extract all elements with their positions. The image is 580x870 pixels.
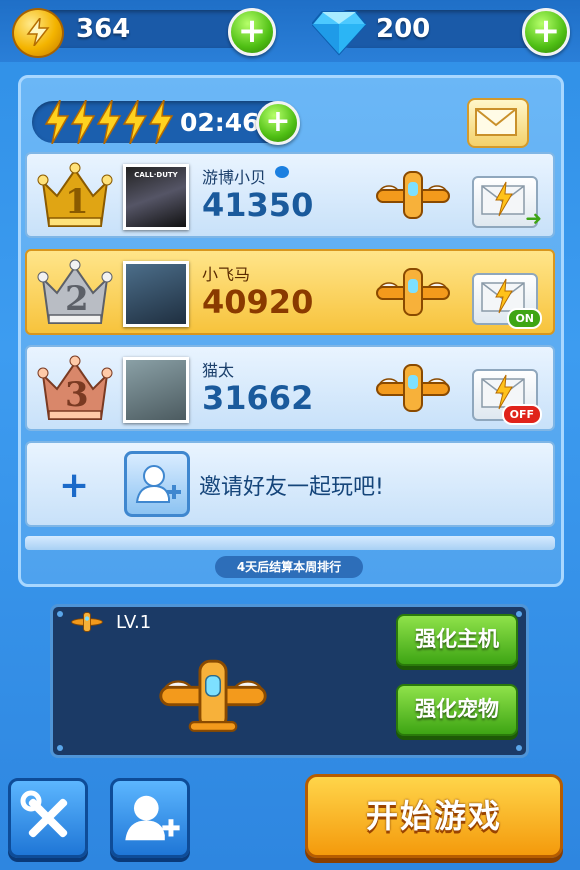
lightning-bolt-icon xyxy=(44,100,70,144)
friends-button[interactable] xyxy=(110,778,190,858)
arrow-right-icon: ➜ xyxy=(525,206,542,230)
lightning-bolt-icon xyxy=(148,100,174,144)
upgrade-main-button[interactable]: 强化主机 xyxy=(396,614,518,666)
tools-icon xyxy=(20,790,68,838)
player-score: 41350 xyxy=(202,186,314,224)
rank-number: 2 xyxy=(65,279,89,319)
main-plane-icon xyxy=(159,659,267,732)
lightning-bolt-icon xyxy=(122,100,148,144)
plane-small-icon xyxy=(71,612,103,632)
gold-coin-icon xyxy=(12,8,64,58)
player-avatar xyxy=(123,261,189,327)
lightning-bolt-icon xyxy=(70,100,96,144)
invite-text: 邀请好友一起玩吧! xyxy=(199,475,384,500)
envelope-icon xyxy=(475,108,517,136)
add-friend-icon xyxy=(125,795,180,841)
plane-icon xyxy=(376,364,450,412)
blue-diamond-icon xyxy=(312,11,366,56)
energy-timer: 02:46 xyxy=(180,108,260,137)
player-name: 游博小贝 xyxy=(202,168,267,187)
gem-count: 200 xyxy=(376,14,431,44)
player-avatar xyxy=(123,357,189,423)
leaderboard-row[interactable]: 2 小飞马 ON 40920 xyxy=(25,249,555,335)
plane-level: LV.1 xyxy=(116,612,152,633)
mail-button[interactable] xyxy=(467,98,529,148)
avatar-caption: CALL·DUTY xyxy=(134,171,178,179)
coin-count: 364 xyxy=(76,14,131,44)
plane-icon xyxy=(376,171,450,219)
mail-status-tag: OFF xyxy=(501,404,542,425)
invite-plus: + xyxy=(59,465,90,506)
add-coins-button[interactable]: + xyxy=(228,8,276,56)
rank-number: 3 xyxy=(65,375,89,415)
scroll-track xyxy=(25,536,555,550)
invite-friend-row[interactable]: + 邀请好友一起玩吧! xyxy=(25,441,555,527)
player-score: 40920 xyxy=(202,283,314,321)
chat-bubble-icon xyxy=(275,166,289,178)
player-name: 猫太 xyxy=(202,361,235,380)
top-bar: 364 + 200 + xyxy=(0,0,580,62)
envelope-bolt-icon xyxy=(481,181,525,217)
lightning-bolt-icon xyxy=(96,100,122,144)
settings-button[interactable] xyxy=(8,778,88,858)
player-avatar: CALL·DUTY xyxy=(123,164,189,230)
send-energy-button[interactable]: OFF xyxy=(472,369,542,425)
weekly-rank-notice: 4天后结算本周排行 xyxy=(215,556,363,578)
rank-number: 1 xyxy=(65,182,89,222)
plane-icon xyxy=(376,268,450,316)
mail-status-tag: ON xyxy=(507,308,542,329)
add-energy-button[interactable]: + xyxy=(256,101,300,145)
add-friend-icon[interactable] xyxy=(124,451,190,517)
add-gems-button[interactable]: + xyxy=(522,8,570,56)
start-game-button[interactable]: 开始游戏 xyxy=(305,774,563,858)
upgrade-pet-button[interactable]: 强化宠物 xyxy=(396,684,518,736)
player-name: 小飞马 xyxy=(202,265,251,284)
send-energy-button[interactable]: ➜ xyxy=(472,176,542,230)
send-energy-button[interactable]: ON xyxy=(472,273,542,329)
player-score: 31662 xyxy=(202,379,314,417)
leaderboard-row[interactable]: 1 CALL·DUTY 游博小贝 ➜ 41350 xyxy=(25,152,555,238)
leaderboard-row[interactable]: 3 猫太 OFF 31662 xyxy=(25,345,555,431)
